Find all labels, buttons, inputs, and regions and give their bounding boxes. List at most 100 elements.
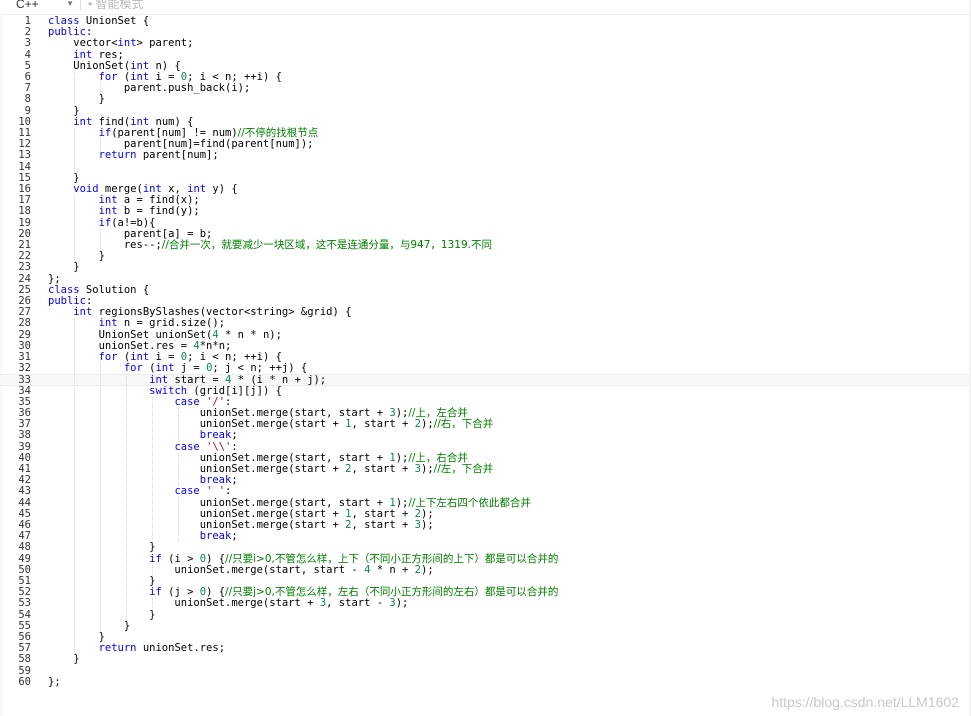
code-token: :: [85, 295, 93, 307]
line-number: 43: [18, 485, 31, 498]
code-line[interactable]: 57 return unionSet.res;: [0, 642, 971, 654]
code-token: a = find(x);: [117, 194, 200, 207]
code-line[interactable]: 7 parent.push_back(i);: [0, 82, 971, 95]
code-keyword: for: [98, 351, 118, 363]
code-keyword: int: [130, 115, 150, 128]
code-keyword: class: [48, 15, 80, 27]
code-token: j =: [174, 362, 207, 375]
code-token: , start -: [326, 597, 390, 610]
code-token: * n * n);: [218, 328, 282, 341]
code-token: x,: [161, 183, 188, 195]
code-keyword: case: [174, 485, 200, 498]
code-line[interactable]: 60};: [0, 675, 971, 688]
code-line[interactable]: 54 }: [0, 609, 971, 621]
code-keyword: case: [174, 395, 200, 408]
code-comment: //右，下合并: [433, 418, 494, 431]
line-number: 8: [24, 93, 31, 106]
code-editor[interactable]: 1 class UnionSet {2 public: 3 vector<int> p…: [0, 14, 971, 716]
code-token: (: [117, 71, 131, 83]
code-line[interactable]: 25 class Solution {: [0, 283, 971, 296]
code-keyword: int: [155, 362, 175, 375]
code-line[interactable]: 23 }: [0, 262, 971, 273]
code-token: (: [142, 362, 156, 375]
code-comment: //合并一次，就要减少一块区域，这不是连通分量，与947，1319.不同: [161, 239, 492, 251]
code-keyword: int: [130, 71, 150, 83]
code-token: unionSet.merge(start +: [48, 463, 346, 475]
code-line[interactable]: 14: [0, 161, 971, 173]
code-line[interactable]: 13 return parent[num];: [0, 150, 971, 161]
language-select[interactable]: C++ ▼: [16, 0, 76, 11]
code-keyword: switch: [149, 384, 188, 397]
code-token: > parent;: [136, 37, 194, 50]
code-token: unionSet.merge(start, start -: [48, 563, 365, 576]
code-token: vector<: [48, 37, 118, 50]
line-number: 53: [18, 597, 31, 610]
code-line[interactable]: 59: [0, 665, 971, 677]
code-token: (: [117, 351, 131, 363]
code-token: ;: [231, 474, 238, 487]
code-comment: //不停的找根节点: [237, 127, 319, 139]
code-line[interactable]: 58 }: [0, 654, 971, 665]
line-number: 32: [18, 362, 31, 375]
smart-mode-toggle[interactable]: • 智能模式: [88, 0, 144, 11]
code-token: unionSet.merge(start +: [48, 507, 346, 520]
code-token: Solution {: [79, 283, 150, 296]
code-token: ;: [231, 429, 238, 442]
code-keyword: for: [98, 71, 118, 83]
code-keyword: case: [174, 440, 200, 453]
code-keyword: class: [48, 283, 80, 296]
toolbar-divider: [80, 0, 81, 10]
code-token: ) {: [206, 552, 226, 565]
code-keyword: break: [199, 474, 232, 487]
code-keyword: if: [98, 216, 112, 229]
code-token: UnionSet(: [48, 59, 131, 72]
indent-guide: [152, 396, 153, 543]
code-token: res;: [92, 48, 124, 61]
line-number: 18: [18, 205, 31, 218]
code-keyword: int: [73, 48, 93, 61]
code-line[interactable]: 1 class UnionSet {: [0, 15, 971, 27]
code-token: unionSet.merge(start +: [48, 519, 346, 531]
code-token: UnionSet {: [79, 15, 150, 27]
code-keyword: int: [130, 59, 150, 72]
code-token: ' ': [206, 485, 226, 498]
code-token: num) {: [149, 115, 194, 128]
code-line[interactable]: 21 res--;//合并一次，就要减少一块区域，这不是连通分量，与947，13…: [0, 239, 971, 251]
indent-guide: [100, 363, 101, 632]
code-line[interactable]: 3 vector<int> parent;: [0, 38, 971, 49]
language-label: C++: [16, 0, 39, 11]
code-token: (grid[i][j]) {: [187, 384, 282, 397]
indent-guide: [178, 408, 179, 442]
indent-guide: [74, 128, 75, 173]
code-token: b = find(y);: [117, 205, 200, 218]
code-token: };: [48, 675, 61, 688]
indent-guide: [178, 497, 179, 543]
code-text: }: [48, 653, 80, 666]
code-line[interactable]: 32 for (int j = 0; j < n; ++j) {: [0, 362, 971, 375]
line-number: 58: [18, 653, 31, 666]
code-token: }: [48, 171, 80, 184]
code-token: }: [48, 250, 105, 263]
code-token: parent.push_back(i);: [48, 82, 251, 95]
code-comment: //左，下合并: [433, 463, 494, 475]
code-token: }: [48, 261, 80, 274]
code-keyword: break: [199, 530, 232, 543]
indent-guide: [152, 564, 153, 576]
code-token: find(: [92, 115, 131, 128]
code-line[interactable]: 8 }: [0, 94, 971, 105]
code-keyword: return: [98, 149, 137, 162]
code-token: }: [48, 653, 80, 666]
code-token: );: [421, 563, 434, 576]
code-token: );: [421, 418, 434, 431]
code-token: (parent[num] != num): [111, 127, 238, 139]
code-token: );: [421, 463, 434, 475]
code-line[interactable]: 22 }: [0, 250, 971, 263]
code-token: ) {: [206, 586, 226, 599]
code-token: unionSet.res =: [48, 339, 194, 352]
code-line[interactable]: 55 }: [0, 620, 971, 632]
code-token: , start +: [351, 463, 415, 475]
